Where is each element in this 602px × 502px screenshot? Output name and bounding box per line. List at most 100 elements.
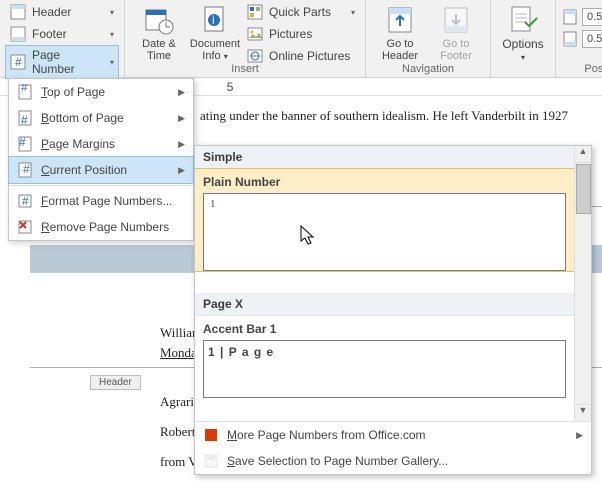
format-page-numbers-icon: # xyxy=(17,193,33,209)
gallery-category-simple: Simple xyxy=(195,146,574,169)
calendar-icon xyxy=(143,4,175,36)
submenu-arrow-icon: ▶ xyxy=(178,139,185,150)
header-icon xyxy=(10,4,26,20)
footer-position-icon xyxy=(562,31,578,47)
page-number-icon: # xyxy=(10,54,26,70)
options-icon xyxy=(507,4,539,36)
more-page-numbers[interactable]: More Page Numbers from Office.com ▶ xyxy=(195,422,591,448)
pictures-icon xyxy=(247,26,263,42)
menu-label: Top of Page xyxy=(41,85,105,99)
save-icon xyxy=(203,453,219,469)
pictures-label: Pictures xyxy=(269,27,312,41)
submenu-arrow-icon: ▶ xyxy=(576,430,583,441)
bottom-of-page-icon: # xyxy=(17,110,33,126)
chevron-down-icon: ▾ xyxy=(110,30,114,39)
navigation-group-label: Navigation xyxy=(366,63,490,75)
header-tag: Header xyxy=(90,375,141,390)
menu-separator xyxy=(9,185,193,186)
menu-current-position[interactable]: # Current Position ▶ xyxy=(9,157,193,183)
submenu-arrow-icon: ▶ xyxy=(178,113,185,124)
menu-label: Page Margins xyxy=(41,137,115,151)
menu-label: Current Position xyxy=(41,163,127,177)
quick-parts-label: Quick Parts xyxy=(269,5,331,19)
submenu-arrow-icon: ▶ xyxy=(178,165,185,176)
scroll-down-button[interactable]: ▼ xyxy=(575,404,591,421)
current-position-icon: # xyxy=(17,162,33,178)
position-group: ▲▼ ▲▼ Position xyxy=(556,0,602,77)
insert-group: Date & Time i DocumentInfo ▾ Quick Parts… xyxy=(125,0,366,77)
document-info-label: DocumentInfo ▾ xyxy=(190,38,240,63)
footer-from-bottom-input[interactable] xyxy=(582,30,602,48)
header-footer-group: Header ▾ Footer ▾ # Page Number ▾ xyxy=(0,0,125,77)
date-time-label: Date & Time xyxy=(142,38,176,62)
submenu-arrow-icon: ▶ xyxy=(178,87,185,98)
gallery-item-accent-bar-1[interactable]: Accent Bar 1 1 | P a g e xyxy=(195,316,574,398)
goto-header-icon xyxy=(384,4,416,36)
document-info-icon: i xyxy=(199,4,231,36)
menu-label: Remove Page Numbers xyxy=(41,220,169,234)
chevron-down-icon: ▾ xyxy=(351,8,355,17)
goto-footer-icon xyxy=(440,4,472,36)
options-group: Options▾ xyxy=(491,0,556,77)
svg-text:#: # xyxy=(21,84,28,94)
svg-text:#: # xyxy=(15,55,22,69)
gallery-category-pagex: Page X xyxy=(195,293,574,316)
menu-page-margins[interactable]: # Page Margins ▶ xyxy=(9,131,193,157)
options-label: Options▾ xyxy=(502,38,543,64)
remove-page-numbers-icon xyxy=(17,219,33,235)
quick-parts-icon xyxy=(247,4,263,20)
header-from-top-spinner[interactable]: ▲▼ xyxy=(562,8,602,26)
gallery-preview: 1 xyxy=(203,193,566,271)
menu-format-page-numbers[interactable]: # Format Page Numbers... xyxy=(9,188,193,214)
svg-text:#: # xyxy=(23,162,30,176)
ribbon: Header ▾ Footer ▾ # Page Number ▾ Date &… xyxy=(0,0,602,78)
pictures-button[interactable]: Pictures xyxy=(243,24,359,44)
chevron-down-icon: ▾ xyxy=(110,58,114,67)
page-number-dropdown[interactable]: # Page Number ▾ xyxy=(6,46,118,78)
options-button[interactable]: Options▾ xyxy=(497,2,549,64)
svg-text:i: i xyxy=(212,13,215,27)
online-pictures-icon xyxy=(247,48,263,64)
save-selection-to-gallery: Save Selection to Page Number Gallery... xyxy=(195,448,591,474)
menu-label: Save Selection to Page Number Gallery... xyxy=(227,454,448,468)
goto-footer-label: Go to Footer xyxy=(440,38,472,62)
svg-text:#: # xyxy=(19,136,26,149)
menu-top-of-page[interactable]: # Top of Page ▶ xyxy=(9,79,193,105)
header-from-top-input[interactable] xyxy=(582,8,602,26)
gallery-preview: 1 | P a g e xyxy=(203,340,566,398)
menu-label: More Page Numbers from Office.com xyxy=(227,428,426,442)
page-number-gallery: Simple Plain Number 1 Page X Accent Bar … xyxy=(194,145,592,475)
svg-text:#: # xyxy=(22,194,29,208)
header-label: Header xyxy=(32,5,71,19)
gallery-item-label: Accent Bar 1 xyxy=(195,316,574,340)
gallery-footer: More Page Numbers from Office.com ▶ Save… xyxy=(195,421,591,474)
page-number-label: Page Number xyxy=(32,48,104,76)
header-position-icon xyxy=(562,9,578,25)
gallery-item-plain-number[interactable]: Plain Number 1 xyxy=(195,169,574,271)
menu-label: Bottom of Page xyxy=(41,111,124,125)
page-margins-icon: # xyxy=(17,136,33,152)
scroll-up-button[interactable]: ▲ xyxy=(575,146,591,163)
position-group-label: Position xyxy=(556,63,602,75)
gallery-scrollbar[interactable]: ▲ ▼ xyxy=(574,146,591,421)
document-text: ating under the banner of southern ideal… xyxy=(200,106,572,126)
online-pictures-label: Online Pictures xyxy=(269,49,350,63)
navigation-group: Go to Header Go to Footer Navigation xyxy=(366,0,491,77)
goto-header-label: Go to Header xyxy=(382,38,418,62)
menu-label: Format Page Numbers... xyxy=(41,194,172,208)
menu-remove-page-numbers[interactable]: Remove Page Numbers xyxy=(9,214,193,240)
footer-from-bottom-spinner[interactable]: ▲▼ xyxy=(562,30,602,48)
quick-parts-button[interactable]: Quick Parts ▾ xyxy=(243,2,359,22)
menu-bottom-of-page[interactable]: # Bottom of Page ▶ xyxy=(9,105,193,131)
svg-text:#: # xyxy=(21,113,28,126)
scroll-thumb[interactable] xyxy=(576,164,591,214)
footer-dropdown[interactable]: Footer ▾ xyxy=(6,24,118,44)
footer-icon xyxy=(10,26,26,42)
gallery-item-label: Plain Number xyxy=(195,169,574,193)
insert-group-label: Insert xyxy=(125,63,365,75)
header-dropdown[interactable]: Header ▾ xyxy=(6,2,118,22)
top-of-page-icon: # xyxy=(17,84,33,100)
office-icon xyxy=(203,427,219,443)
page-number-menu: # Top of Page ▶ # Bottom of Page ▶ # Pag… xyxy=(8,78,194,241)
footer-label: Footer xyxy=(32,27,67,41)
